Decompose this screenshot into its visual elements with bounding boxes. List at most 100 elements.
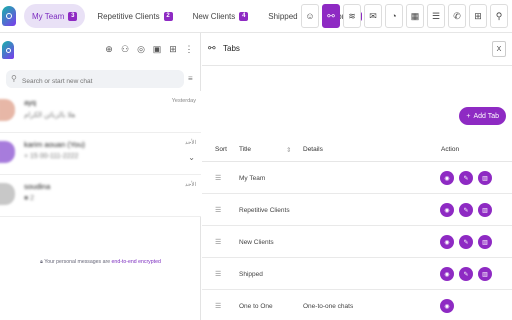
tabs-panel: ⚯ Tabs X + Add Tab Sort Title ⇕ Details … (202, 33, 512, 320)
tab-new-clients[interactable]: New Clients 4 (185, 4, 257, 28)
edit-icon[interactable]: ✎ (459, 235, 473, 249)
communities-icon[interactable]: ⚇ (120, 43, 130, 55)
chat-time: الأحد (185, 140, 196, 146)
chevron-down-icon[interactable]: ⌄ (188, 153, 195, 162)
channels-icon[interactable]: ▣ (152, 43, 162, 55)
new-chat-icon[interactable]: ⊞ (168, 43, 178, 55)
avatar (0, 183, 15, 205)
link-tabs-icon[interactable]: ⚯ (322, 4, 340, 28)
chat-list-panel: ⊕ ⚇ ◎ ▣ ⊞ ⋮ ⚲ ≡ ayq هلا بالزبائن الكرام … (0, 33, 201, 320)
chat-name: soudina (24, 182, 51, 191)
header-actions: ⊕ ⚇ ◎ ▣ ⊞ ⋮ (104, 43, 194, 55)
phone-icon[interactable]: ✆ (448, 4, 466, 28)
profile-icon[interactable]: ⚲ (490, 4, 508, 28)
edit-icon[interactable]: ✎ (459, 203, 473, 217)
add-tab-label: Add Tab (473, 112, 499, 120)
search-icon: ⚲ (11, 74, 17, 83)
column-action: Action (441, 146, 460, 153)
status-icon[interactable]: ◎ (136, 43, 146, 55)
delete-icon[interactable]: ▥ (478, 171, 492, 185)
drag-handle-icon[interactable]: ☰ (215, 238, 221, 246)
encryption-notice: 🔒︎ Your personal messages are end-to-end… (0, 259, 201, 266)
chat-item[interactable]: ayq هلا بالزبائن الكرام Yesterday (0, 91, 201, 133)
column-sort: Sort (215, 146, 227, 153)
close-button[interactable]: X (492, 41, 506, 57)
page: My Team 3 Repetitive Clients 2 New Clien… (0, 0, 512, 320)
filter-icon[interactable]: ≡ (188, 74, 193, 83)
row-title: One to One (239, 303, 273, 310)
chat-name: karim aouan (You) (24, 140, 86, 149)
drag-handle-icon[interactable]: ☰ (215, 174, 221, 182)
chat-time: Yesterday (171, 98, 196, 104)
edit-icon[interactable]: ✎ (459, 171, 473, 185)
panel-title: Tabs (223, 44, 240, 53)
sort-arrows-icon[interactable]: ⇕ (286, 146, 291, 154)
row-details: One-to-one chats (303, 303, 354, 310)
encryption-link[interactable]: end-to-end encrypted (112, 259, 161, 265)
chat-list-header: ⊕ ⚇ ◎ ▣ ⊞ ⋮ (0, 33, 200, 66)
row-actions: ◉ ✎ ▥ (440, 267, 492, 281)
tab-count-badge: 3 (68, 11, 78, 21)
tab-label: Shipped (268, 11, 298, 21)
edit-icon[interactable]: ✎ (459, 267, 473, 281)
table-row: ☰ My Team ◉ ✎ ▥ (202, 163, 512, 194)
layers-icon[interactable]: ≋ (343, 4, 361, 28)
grid-icon[interactable]: ⊞ (469, 4, 487, 28)
avatar (0, 141, 15, 163)
chat-time: الأحد (185, 182, 196, 188)
add-tab-button[interactable]: + Add Tab (459, 107, 506, 125)
encryption-text: Your personal messages are (44, 259, 112, 265)
row-actions: ◉ ✎ ▥ (440, 203, 492, 217)
view-icon[interactable]: ◉ (440, 203, 454, 217)
table-row: ☰ One to One One-to-one chats ◉ (202, 291, 512, 320)
tab-my-team[interactable]: My Team 3 (24, 4, 86, 28)
table-row: ☰ Repetitive Clients ◉ ✎ ▥ (202, 195, 512, 226)
lock-icon: 🔒︎ (40, 259, 43, 265)
chat-item[interactable]: soudina ■ 2 الأحد (0, 175, 201, 217)
clock-chat-icon[interactable]: ◔ (385, 4, 403, 28)
notes-icon[interactable]: ☰ (427, 4, 445, 28)
tab-label: My Team (32, 11, 65, 21)
delete-icon[interactable]: ▥ (478, 267, 492, 281)
tab-label: Repetitive Clients (97, 11, 160, 21)
drag-handle-icon[interactable]: ☰ (215, 270, 221, 278)
view-icon[interactable]: ◉ (440, 267, 454, 281)
view-icon[interactable]: ◉ (440, 299, 454, 313)
chat-preview: ■ 2 (24, 195, 35, 202)
delete-icon[interactable]: ▥ (478, 235, 492, 249)
drag-handle-icon[interactable]: ☰ (215, 302, 221, 310)
delete-icon[interactable]: ▥ (478, 203, 492, 217)
smiley-icon[interactable]: ☺ (301, 4, 319, 28)
row-actions: ◉ ✎ ▥ (440, 171, 492, 185)
row-actions: ◉ ✎ ▥ (440, 235, 492, 249)
table-row: ☰ Shipped ◉ ✎ ▥ (202, 259, 512, 290)
app-logo-icon[interactable] (2, 6, 16, 26)
tool-toolbar: ☺ ⚯ ≋ ✉ ◔ ▦ ☰ ✆ ⊞ ⚲ (301, 4, 508, 28)
tab-count-badge: 4 (239, 11, 249, 21)
top-tab-bar: My Team 3 Repetitive Clients 2 New Clien… (0, 0, 512, 33)
row-title: Repetitive Clients (239, 207, 290, 214)
menu-icon[interactable]: ⋮ (184, 43, 194, 55)
search-input[interactable] (6, 72, 184, 91)
table-header: Sort Title ⇕ Details Action (202, 138, 512, 162)
row-title: My Team (239, 175, 266, 182)
row-title: Shipped (239, 271, 263, 278)
tab-repetitive-clients[interactable]: Repetitive Clients 2 (89, 4, 180, 28)
column-title: Title (239, 146, 252, 153)
chat-name: ayq (24, 98, 37, 107)
chat-preview: هلا بالزبائن الكرام (24, 112, 76, 119)
profile-avatar-icon[interactable] (2, 41, 14, 59)
chat-bubbles-icon[interactable]: ✉ (364, 4, 382, 28)
add-contact-icon[interactable]: ⊕ (104, 43, 114, 55)
view-icon[interactable]: ◉ (440, 235, 454, 249)
column-details: Details (303, 146, 323, 153)
row-title: New Clients (239, 239, 274, 246)
search-box: ⚲ (6, 70, 184, 91)
calendar-icon[interactable]: ▦ (406, 4, 424, 28)
tab-label: New Clients (192, 11, 236, 21)
view-icon[interactable]: ◉ (440, 171, 454, 185)
drag-handle-icon[interactable]: ☰ (215, 206, 221, 214)
chat-item[interactable]: karim aouan (You) + 15 00-111-2222 الأحد… (0, 133, 201, 175)
plus-icon: + (466, 112, 471, 120)
link-tabs-icon: ⚯ (208, 43, 216, 53)
